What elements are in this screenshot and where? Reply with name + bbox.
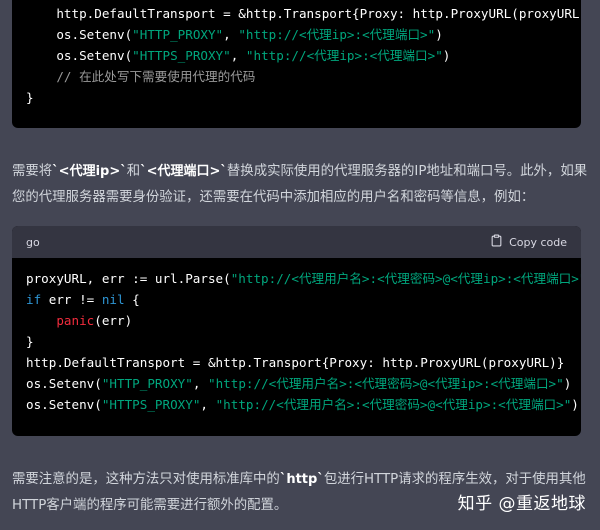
code-token: } — [26, 90, 34, 105]
code-token: os.Setenv( — [26, 397, 102, 412]
zhihu-watermark: 知乎 @重返地球 — [457, 494, 586, 514]
code-token: proxyURL, err := url.Parse( — [26, 271, 231, 286]
copy-code-label: Copy code — [509, 235, 567, 249]
code-line: } — [26, 334, 34, 349]
code-token: "http://<代理ip>:<代理端口>" — [245, 48, 443, 63]
code-token: ) — [571, 397, 579, 412]
inline-code-proxy-ip: `<代理ip>` — [52, 164, 127, 179]
code-line: http.DefaultTransport = &http.Transport{… — [26, 355, 564, 370]
code-header: go Copy code — [12, 226, 581, 258]
code-line: } — [26, 90, 34, 105]
code-line: if err != nil { — [26, 292, 140, 307]
instruction-paragraph: 需要将`<代理ip>`和`<代理端口>`替换成实际使用的代理服务器的IP地址和端… — [12, 159, 588, 211]
code-token: , — [223, 27, 239, 42]
code-token: "http://<代理用户名>:<代理密码>@<代理ip>:<代理端口>" — [208, 376, 564, 391]
code-token: "http://<代理ip>:<代理端口>" — [238, 27, 436, 42]
code-token: ) — [435, 27, 443, 42]
code-block-proxy-setup: http.DefaultTransport = &http.Transport{… — [12, 0, 581, 128]
code-token: "HTTP_PROXY" — [101, 376, 193, 391]
code-token: "HTTPS_PROXY" — [101, 397, 201, 412]
code-line: http.DefaultTransport = &http.Transport{… — [26, 6, 581, 21]
paragraph-text-before: 需要将 — [12, 164, 53, 179]
code-token: ) — [442, 48, 451, 63]
code-content[interactable]: http.DefaultTransport = &http.Transport{… — [12, 0, 581, 120]
code-line: // 在此处写下需要使用代理的代码 — [26, 69, 255, 84]
code-line: os.Setenv("HTTPS_PROXY", "http://<代理ip>:… — [26, 48, 450, 63]
code-token: nil — [101, 292, 125, 307]
code-token: http.DefaultTransport = &http.Transport{… — [26, 6, 581, 21]
code-token: "HTTPS_PROXY" — [132, 48, 231, 63]
code-token: err != — [41, 292, 102, 307]
code-token: os.Setenv( — [26, 27, 133, 42]
code-token: os.Setenv( — [26, 376, 102, 391]
code-line: os.Setenv("HTTP_PROXY", "http://<代理用户名>:… — [26, 376, 571, 391]
code-token: , — [200, 397, 216, 412]
code-token: (err) — [94, 313, 133, 328]
paragraph-text-before: 需要注意的是，这种方法只对使用标准库中的 — [12, 472, 280, 487]
code-token: "HTTP_PROXY" — [132, 27, 224, 42]
code-token: if — [26, 292, 42, 307]
copy-code-button[interactable]: Copy code — [490, 234, 567, 250]
code-line: os.Setenv("HTTPS_PROXY", "http://<代理用户名>… — [26, 397, 579, 412]
code-line: os.Setenv("HTTP_PROXY", "http://<代理ip>:<… — [26, 27, 443, 42]
code-token: "http://<代理用户名>:<代理密码>@<代理ip>:<代理端口>" — [230, 271, 581, 286]
inline-code-proxy-port: `<代理端口>` — [140, 164, 227, 179]
code-language-label: go — [26, 235, 40, 249]
code-line: panic(err) — [26, 313, 132, 328]
code-block-auth-example: go Copy code proxyURL, err := url.Parse(… — [12, 226, 581, 436]
code-token: ) — [563, 376, 572, 391]
code-content[interactable]: proxyURL, err := url.Parse("http://<代理用户… — [12, 258, 581, 427]
code-token: // 在此处写下需要使用代理的代码 — [26, 69, 256, 84]
code-token: http.DefaultTransport = &http.Transport{… — [26, 355, 565, 370]
code-token: } — [26, 334, 34, 349]
paragraph-text-mid: 和 — [126, 164, 141, 179]
code-token: , — [230, 48, 246, 63]
code-token: { — [124, 292, 140, 307]
code-token: "http://<代理用户名>:<代理密码>@<代理ip>:<代理端口>" — [215, 397, 572, 412]
code-line: proxyURL, err := url.Parse("http://<代理用户… — [26, 271, 581, 286]
clipboard-icon — [490, 234, 503, 250]
inline-code-http: `http` — [279, 472, 324, 487]
code-token: , — [192, 376, 208, 391]
code-token: panic — [56, 313, 95, 328]
code-token: os.Setenv( — [26, 48, 133, 63]
